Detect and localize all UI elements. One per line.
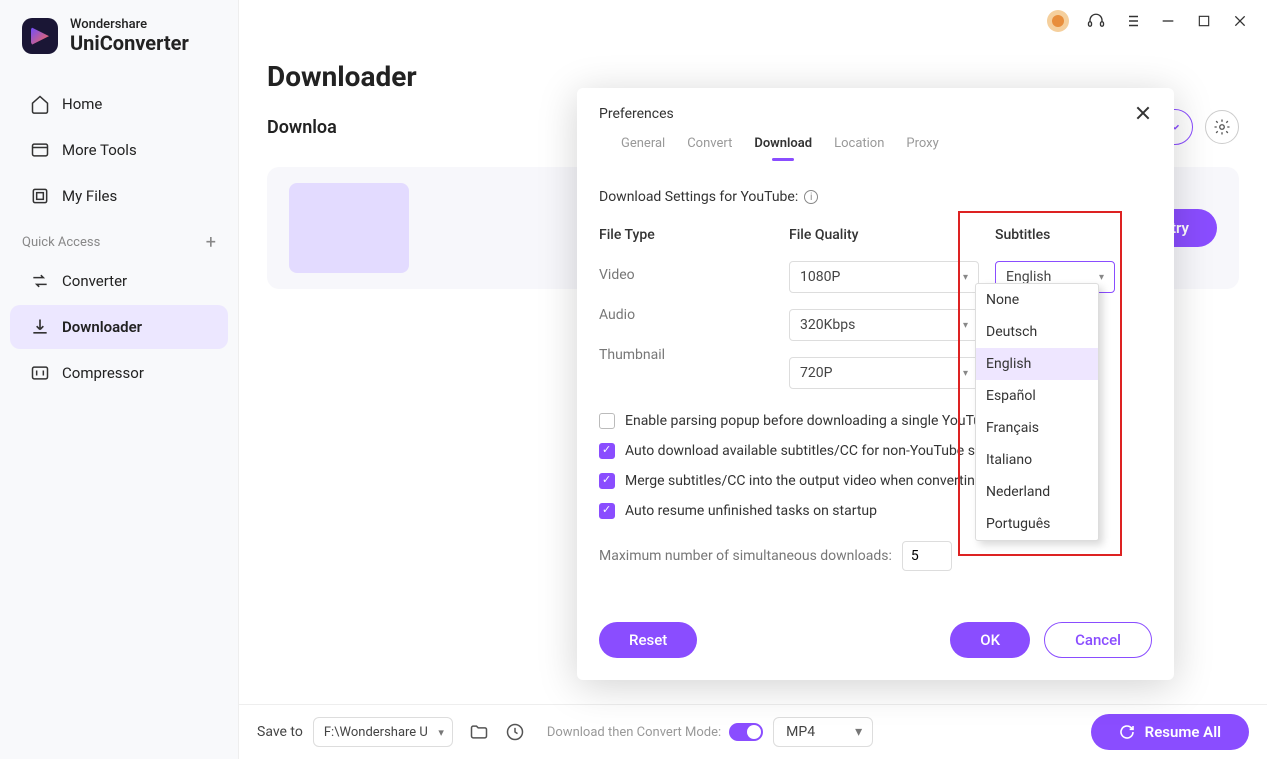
tab-download[interactable]: Download — [754, 136, 812, 155]
sidebar-item-converter[interactable]: Converter — [10, 259, 228, 303]
sidebar: Wondershare UniConverter Home More Tools… — [0, 0, 239, 759]
subtitle-option-francais[interactable]: Français — [976, 412, 1098, 444]
thumbnail-quality-value: 720P — [800, 365, 832, 381]
sidebar-item-compressor[interactable]: Compressor — [10, 351, 228, 395]
subtitle-option-nederland[interactable]: Nederland — [976, 476, 1098, 508]
save-path-value: F:\Wondershare U — [324, 725, 428, 740]
info-icon[interactable]: i — [804, 190, 818, 204]
video-quality-select[interactable]: 1080P — [789, 261, 979, 293]
quick-access-label: Quick Access — [22, 235, 100, 250]
sidebar-item-my-files[interactable]: My Files — [10, 174, 228, 218]
format-select[interactable]: MP4 — [773, 717, 873, 747]
checkbox-icon — [599, 443, 615, 459]
sidebar-item-home[interactable]: Home — [10, 82, 228, 126]
audio-quality-select[interactable]: 320Kbps — [789, 309, 979, 341]
add-quick-access-icon[interactable]: + — [206, 232, 216, 253]
quick-access-header: Quick Access + — [0, 224, 238, 257]
maximize-icon[interactable] — [1195, 12, 1213, 30]
sidebar-item-label: My Files — [62, 187, 117, 205]
tab-general[interactable]: General — [621, 136, 665, 155]
toolbar-left-label: Downloa — [267, 117, 337, 138]
check-label: Merge subtitles/CC into the output video… — [625, 473, 975, 489]
checkbox-icon — [599, 503, 615, 519]
dialog-close-icon[interactable] — [1132, 102, 1154, 124]
sidebar-item-label: More Tools — [62, 141, 137, 159]
row-audio-label: Audio — [599, 307, 789, 323]
subtitle-option-espanol[interactable]: Español — [976, 380, 1098, 412]
logo-mark-icon — [22, 18, 58, 54]
menu-list-icon[interactable] — [1123, 12, 1141, 30]
cancel-button[interactable]: Cancel — [1044, 622, 1152, 658]
check-label: Enable parsing popup before downloading … — [625, 413, 981, 429]
subtitle-option-deutsch[interactable]: Deutsch — [976, 316, 1098, 348]
convert-mode-label: Download then Convert Mode: — [547, 725, 721, 740]
tab-convert[interactable]: Convert — [687, 136, 732, 155]
open-folder-icon[interactable] — [469, 722, 489, 742]
resume-all-label: Resume All — [1145, 723, 1221, 741]
check-label: Auto download available subtitles/CC for… — [625, 443, 983, 459]
settings-gear-icon[interactable] — [1205, 110, 1239, 144]
ok-button[interactable]: OK — [950, 622, 1030, 658]
subtitle-option-english[interactable]: English — [976, 348, 1098, 380]
history-clock-icon[interactable] — [505, 722, 525, 742]
max-downloads-label: Maximum number of simultaneous downloads… — [599, 548, 892, 564]
max-downloads-input[interactable] — [902, 541, 952, 571]
minimize-icon[interactable] — [1159, 12, 1177, 30]
close-window-icon[interactable] — [1231, 12, 1249, 30]
logo-line1: Wondershare — [70, 17, 147, 32]
col-file-quality-header: File Quality — [789, 227, 979, 243]
convert-mode-toggle[interactable] — [729, 723, 763, 741]
sidebar-item-downloader[interactable]: Downloader — [10, 305, 228, 349]
video-quality-value: 1080P — [800, 269, 840, 285]
reset-button[interactable]: Reset — [599, 622, 697, 658]
row-thumbnail-label: Thumbnail — [599, 347, 789, 363]
support-icon[interactable] — [1087, 12, 1105, 30]
task-thumbnail — [289, 183, 409, 273]
files-icon — [30, 186, 50, 206]
subtitle-option-none[interactable]: None — [976, 284, 1098, 316]
footer-bar: Save to F:\Wondershare U Download then C… — [239, 704, 1267, 759]
avatar-icon[interactable] — [1047, 10, 1069, 32]
section-title-text: Download Settings for YouTube: — [599, 189, 798, 205]
section-title: Download Settings for YouTube: i — [599, 189, 1152, 205]
save-path-select[interactable]: F:\Wondershare U — [313, 717, 453, 747]
save-to-label: Save to — [257, 724, 303, 740]
dialog-title: Preferences — [599, 106, 1152, 122]
checkbox-icon — [599, 413, 615, 429]
sidebar-item-label: Downloader — [62, 318, 142, 336]
sidebar-item-more-tools[interactable]: More Tools — [10, 128, 228, 172]
sidebar-item-label: Converter — [62, 272, 127, 290]
check-label: Auto resume unfinished tasks on startup — [625, 503, 877, 519]
sidebar-item-label: Compressor — [62, 364, 144, 382]
logo-line2: UniConverter — [70, 32, 189, 54]
dialog-tabs: General Convert Download Location Proxy — [599, 136, 1152, 155]
col-file-type-header: File Type — [599, 227, 789, 243]
format-value: MP4 — [786, 724, 815, 740]
converter-icon — [30, 271, 50, 291]
subtitles-dropdown: None Deutsch English Español Français It… — [975, 283, 1099, 541]
app-logo: Wondershare UniConverter — [0, 18, 238, 80]
row-video-label: Video — [599, 267, 789, 283]
resume-all-button[interactable]: Resume All — [1091, 714, 1249, 750]
subtitle-option-italiano[interactable]: Italiano — [976, 444, 1098, 476]
audio-quality-value: 320Kbps — [800, 317, 855, 333]
tab-proxy[interactable]: Proxy — [906, 136, 938, 155]
downloader-icon — [30, 317, 50, 337]
thumbnail-quality-select[interactable]: 720P — [789, 357, 979, 389]
sidebar-item-label: Home — [62, 95, 102, 113]
titlebar — [1047, 10, 1249, 32]
main-area: Downloader Downloa Download Video — [239, 0, 1267, 759]
tab-location[interactable]: Location — [834, 136, 884, 155]
grid-icon — [30, 140, 50, 160]
logo-text: Wondershare UniConverter — [70, 18, 189, 54]
compressor-icon — [30, 363, 50, 383]
subtitle-option-portugues[interactable]: Português — [976, 508, 1098, 540]
checkbox-icon — [599, 473, 615, 489]
home-icon — [30, 94, 50, 114]
